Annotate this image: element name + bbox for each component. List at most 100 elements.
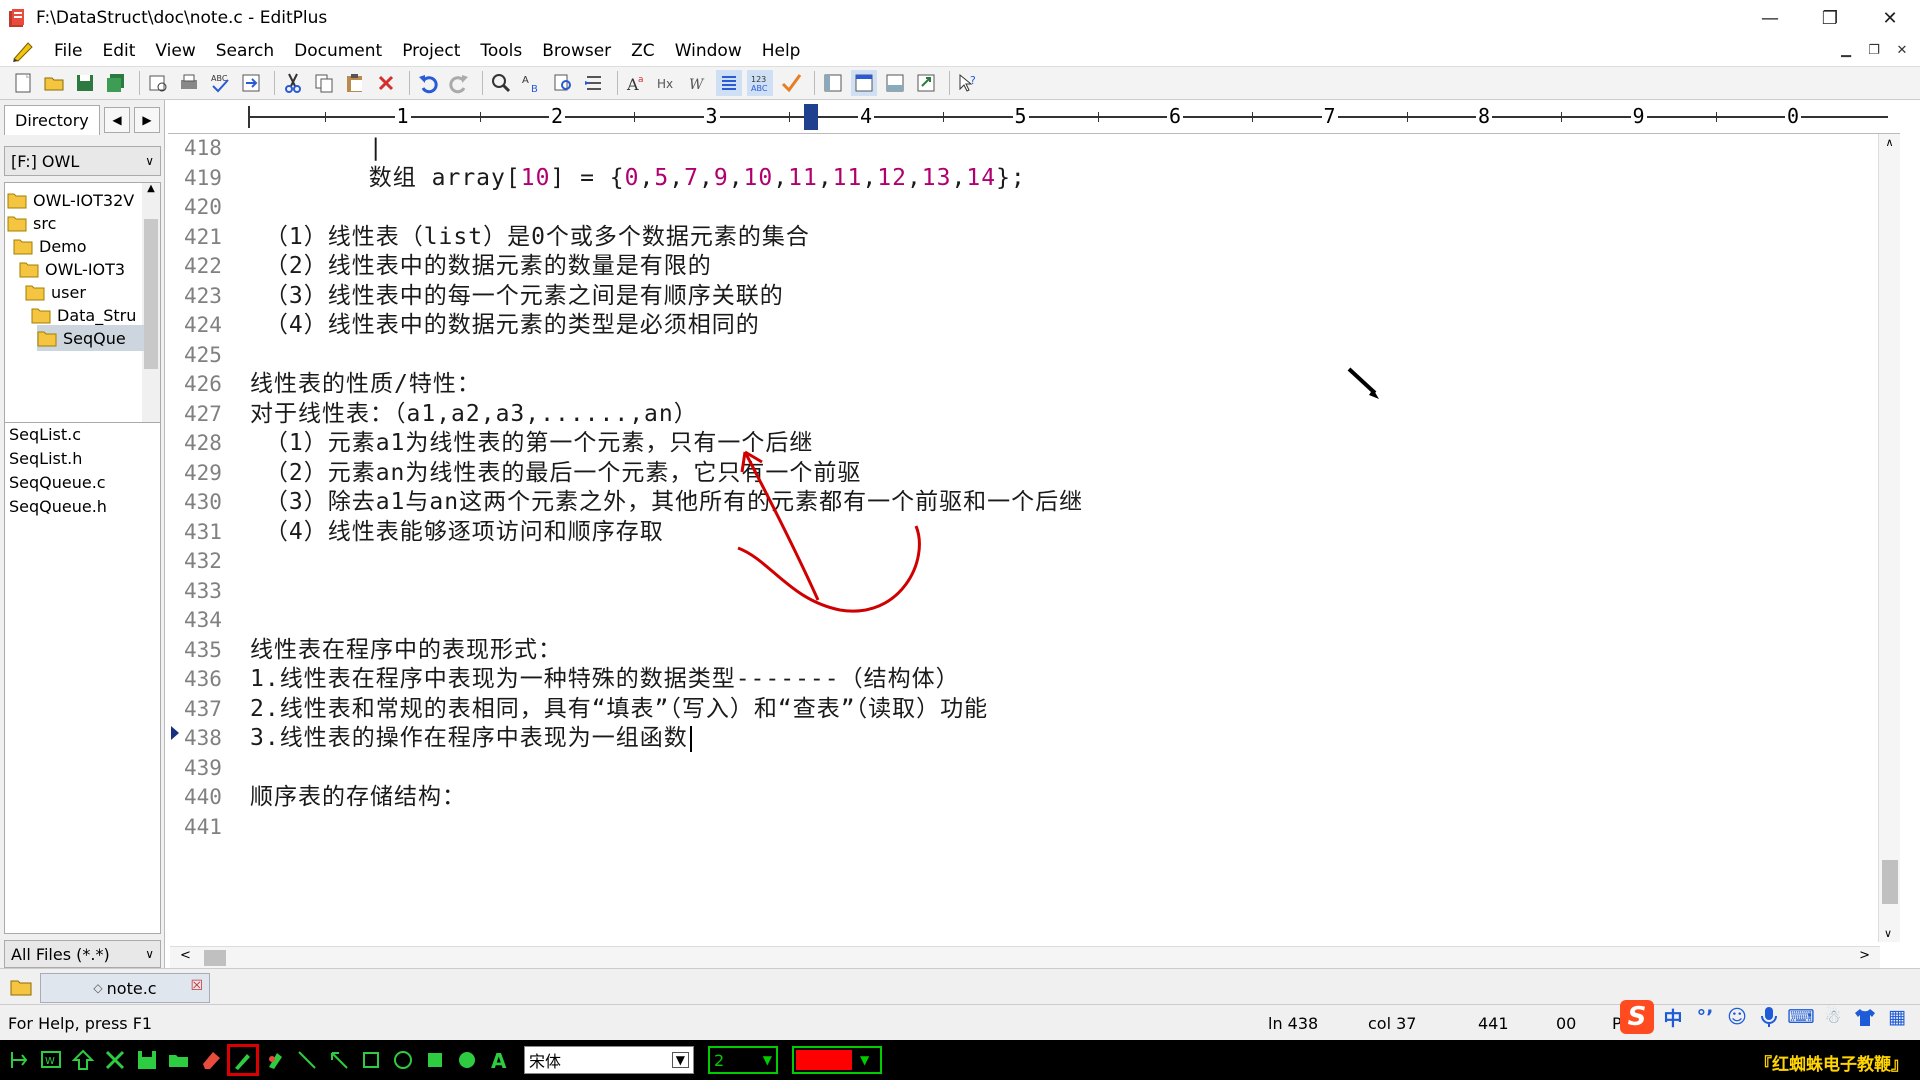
find-in-files-icon[interactable]: [550, 70, 576, 96]
scroll-up-icon[interactable]: ∧: [1879, 134, 1900, 149]
highlighter-icon[interactable]: [262, 1047, 288, 1073]
code-line[interactable]: 3.线性表的操作在程序中表现为一组函数: [250, 724, 692, 753]
clear-icon[interactable]: [102, 1047, 128, 1073]
print-preview-icon[interactable]: [145, 70, 171, 96]
sogou-logo-icon[interactable]: S: [1620, 1000, 1654, 1034]
pen-tool-icon[interactable]: [227, 1044, 259, 1076]
doc-close-icon[interactable]: ✕: [1892, 40, 1912, 60]
file-list-item[interactable]: SeqQueue.h: [5, 495, 160, 519]
menu-window[interactable]: Window: [665, 41, 752, 61]
filled-rectangle-icon[interactable]: [422, 1047, 448, 1073]
doc-minimize-icon[interactable]: ▁: [1836, 40, 1856, 60]
code-line[interactable]: （1）线性表（list）是0个或多个数据元素的集合: [250, 223, 810, 252]
eraser-icon[interactable]: [198, 1047, 224, 1073]
code-line[interactable]: （3）线性表中的每一个元素之间是有顺序关联的: [250, 282, 784, 311]
code-line[interactable]: （4）线性表能够逐项访问和顺序存取: [250, 518, 664, 547]
ruler-icon[interactable]: 123 ABC: [747, 70, 773, 96]
copy-icon[interactable]: [311, 70, 337, 96]
grid-menu-icon[interactable]: ▦: [1884, 1004, 1910, 1030]
goto-line-icon[interactable]: [581, 70, 607, 96]
scroll-right-icon[interactable]: >: [1859, 948, 1870, 963]
microphone-icon[interactable]: [1756, 1004, 1782, 1030]
rectangle-tool-icon[interactable]: [358, 1047, 384, 1073]
new-file-icon[interactable]: [10, 70, 36, 96]
scroll-left-icon[interactable]: <: [180, 948, 191, 963]
document-tab[interactable]: ◇ note.c ☒: [40, 973, 210, 1003]
editor-scroll-thumb[interactable]: [1882, 860, 1898, 904]
minimize-button[interactable]: —: [1740, 0, 1800, 36]
directory-tab[interactable]: Directory: [4, 105, 100, 135]
pen-color-select[interactable]: ▼: [792, 1046, 882, 1074]
file-list-item[interactable]: SeqList.c: [5, 423, 160, 447]
editor-horizontal-scrollbar[interactable]: < >: [170, 946, 1880, 968]
print-icon[interactable]: [176, 70, 202, 96]
code-line[interactable]: 1.线性表在程序中表现为一种特殊的数据类型-------（结构体）: [250, 665, 960, 694]
tree-folder-item[interactable]: SeqQue: [37, 325, 144, 351]
context-help-icon[interactable]: ?: [955, 70, 981, 96]
editor-vertical-scrollbar[interactable]: ∧ ∨: [1878, 134, 1900, 942]
punctuation-icon[interactable]: °’: [1692, 1004, 1718, 1030]
font-icon[interactable]: Aa: [623, 70, 649, 96]
tab-close-icon[interactable]: ☒: [190, 978, 203, 994]
code-line[interactable]: （3）除去a1与an这两个元素之外，其他所有的元素都有一个前驱和一个后继: [250, 488, 1083, 517]
menu-document[interactable]: Document: [284, 41, 392, 61]
insert-icon[interactable]: [6, 1047, 32, 1073]
replace-icon[interactable]: AB: [519, 70, 545, 96]
open-folder-icon[interactable]: [41, 70, 67, 96]
scroll-down-icon[interactable]: ∨: [1884, 927, 1892, 940]
menu-view[interactable]: View: [145, 41, 205, 61]
tab-prev-button[interactable]: ◀: [104, 107, 130, 133]
paste-icon[interactable]: [342, 70, 368, 96]
directory-window-icon[interactable]: [820, 70, 846, 96]
close-button[interactable]: ✕: [1860, 0, 1920, 36]
filled-ellipse-icon[interactable]: [454, 1047, 480, 1073]
menu-browser[interactable]: Browser: [532, 41, 621, 61]
cliptext-window-icon[interactable]: [851, 70, 877, 96]
menu-project[interactable]: Project: [392, 41, 470, 61]
undo-icon[interactable]: [415, 70, 441, 96]
code-line[interactable]: （2）线性表中的数据元素的数量是有限的: [250, 252, 712, 281]
code-line[interactable]: 线性表的性质/特性：: [250, 370, 481, 399]
menu-file[interactable]: File: [44, 41, 92, 61]
hex-viewer-icon[interactable]: Hx: [654, 70, 680, 96]
spell-check-icon[interactable]: ABC: [207, 70, 233, 96]
file-list-item[interactable]: SeqList.h: [5, 447, 160, 471]
doc-restore-icon[interactable]: ❐: [1864, 40, 1884, 60]
whiteboard-icon[interactable]: W: [38, 1047, 64, 1073]
chinese-mode-icon[interactable]: 中: [1660, 1004, 1686, 1030]
code-line[interactable]: 线性表在程序中的表现形式：: [250, 636, 562, 665]
check-icon[interactable]: [778, 70, 804, 96]
redo-icon[interactable]: [446, 70, 472, 96]
save-all-icon[interactable]: [103, 70, 129, 96]
shirt-icon[interactable]: [1852, 1004, 1878, 1030]
menu-help[interactable]: Help: [752, 41, 811, 61]
emoji-icon[interactable]: ☺: [1724, 1004, 1750, 1030]
line-number-icon[interactable]: [716, 70, 742, 96]
pen-size-select[interactable]: 2 ▼: [708, 1046, 778, 1074]
cut-icon[interactable]: [280, 70, 306, 96]
editor-hscroll-thumb[interactable]: [204, 950, 226, 966]
word-wrap-icon[interactable]: W: [685, 70, 711, 96]
code-line[interactable]: |: [250, 134, 384, 163]
open-drawing-icon[interactable]: [166, 1047, 192, 1073]
tab-next-button[interactable]: ▶: [134, 107, 160, 133]
code-line[interactable]: 对于线性表：（a1,a2,a3,......,an）: [250, 400, 698, 429]
code-line[interactable]: 顺序表的存储结构：: [250, 783, 466, 812]
arrow-up-icon[interactable]: [70, 1047, 96, 1073]
save-drawing-icon[interactable]: [134, 1047, 160, 1073]
output-window-icon[interactable]: [882, 70, 908, 96]
ellipse-tool-icon[interactable]: [390, 1047, 416, 1073]
code-line[interactable]: （4）线性表中的数据元素的类型是必须相同的: [250, 311, 760, 340]
line-tool-icon[interactable]: [294, 1047, 320, 1073]
menu-search[interactable]: Search: [206, 41, 284, 61]
menu-edit[interactable]: Edit: [92, 41, 145, 61]
menu-zc[interactable]: ZC: [621, 41, 665, 61]
tree-scroll-thumb[interactable]: [144, 219, 158, 369]
restore-button[interactable]: ❐: [1800, 0, 1860, 36]
keyboard-icon[interactable]: ⌨: [1787, 1004, 1814, 1030]
scroll-up-icon[interactable]: ▲: [142, 183, 160, 194]
user-tool-icon[interactable]: [913, 70, 939, 96]
menu-tools[interactable]: Tools: [470, 41, 532, 61]
save-icon[interactable]: [72, 70, 98, 96]
file-filter-select[interactable]: All Files (*.*) ∨: [4, 940, 161, 968]
